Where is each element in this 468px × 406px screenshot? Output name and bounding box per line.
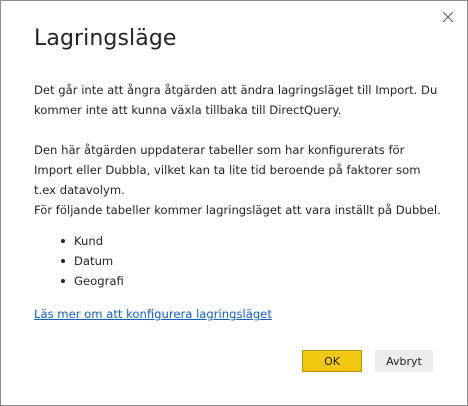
bullet-icon	[61, 239, 65, 243]
dialog-title: Lagringsläge	[34, 26, 177, 51]
bullet-icon	[61, 259, 65, 263]
close-icon[interactable]	[442, 11, 454, 23]
table-list: Kund Datum Geografi	[61, 231, 124, 291]
learn-more-link[interactable]: Läs mer om att konfigurera lagringsläget	[34, 304, 272, 324]
table-name: Geografi	[74, 274, 124, 288]
warning-paragraph: Det går inte att ångra åtgärden att ändr…	[34, 83, 438, 117]
storage-mode-dialog: Lagringsläge Det går inte att ångra åtgä…	[0, 0, 468, 406]
table-name: Datum	[74, 254, 114, 268]
list-item: Kund	[61, 231, 124, 251]
table-name: Kund	[74, 234, 104, 248]
dual-tables-paragraph: För följande tabeller kommer lagringsläg…	[34, 203, 441, 217]
close-button[interactable]	[439, 8, 457, 26]
list-item: Datum	[61, 251, 124, 271]
bullet-icon	[61, 279, 65, 283]
cancel-button[interactable]: Avbryt	[375, 350, 433, 372]
list-item: Geografi	[61, 271, 124, 291]
ok-button[interactable]: OK	[302, 350, 362, 372]
refresh-paragraph: Den här åtgärden uppdaterar tabeller som…	[34, 143, 421, 197]
